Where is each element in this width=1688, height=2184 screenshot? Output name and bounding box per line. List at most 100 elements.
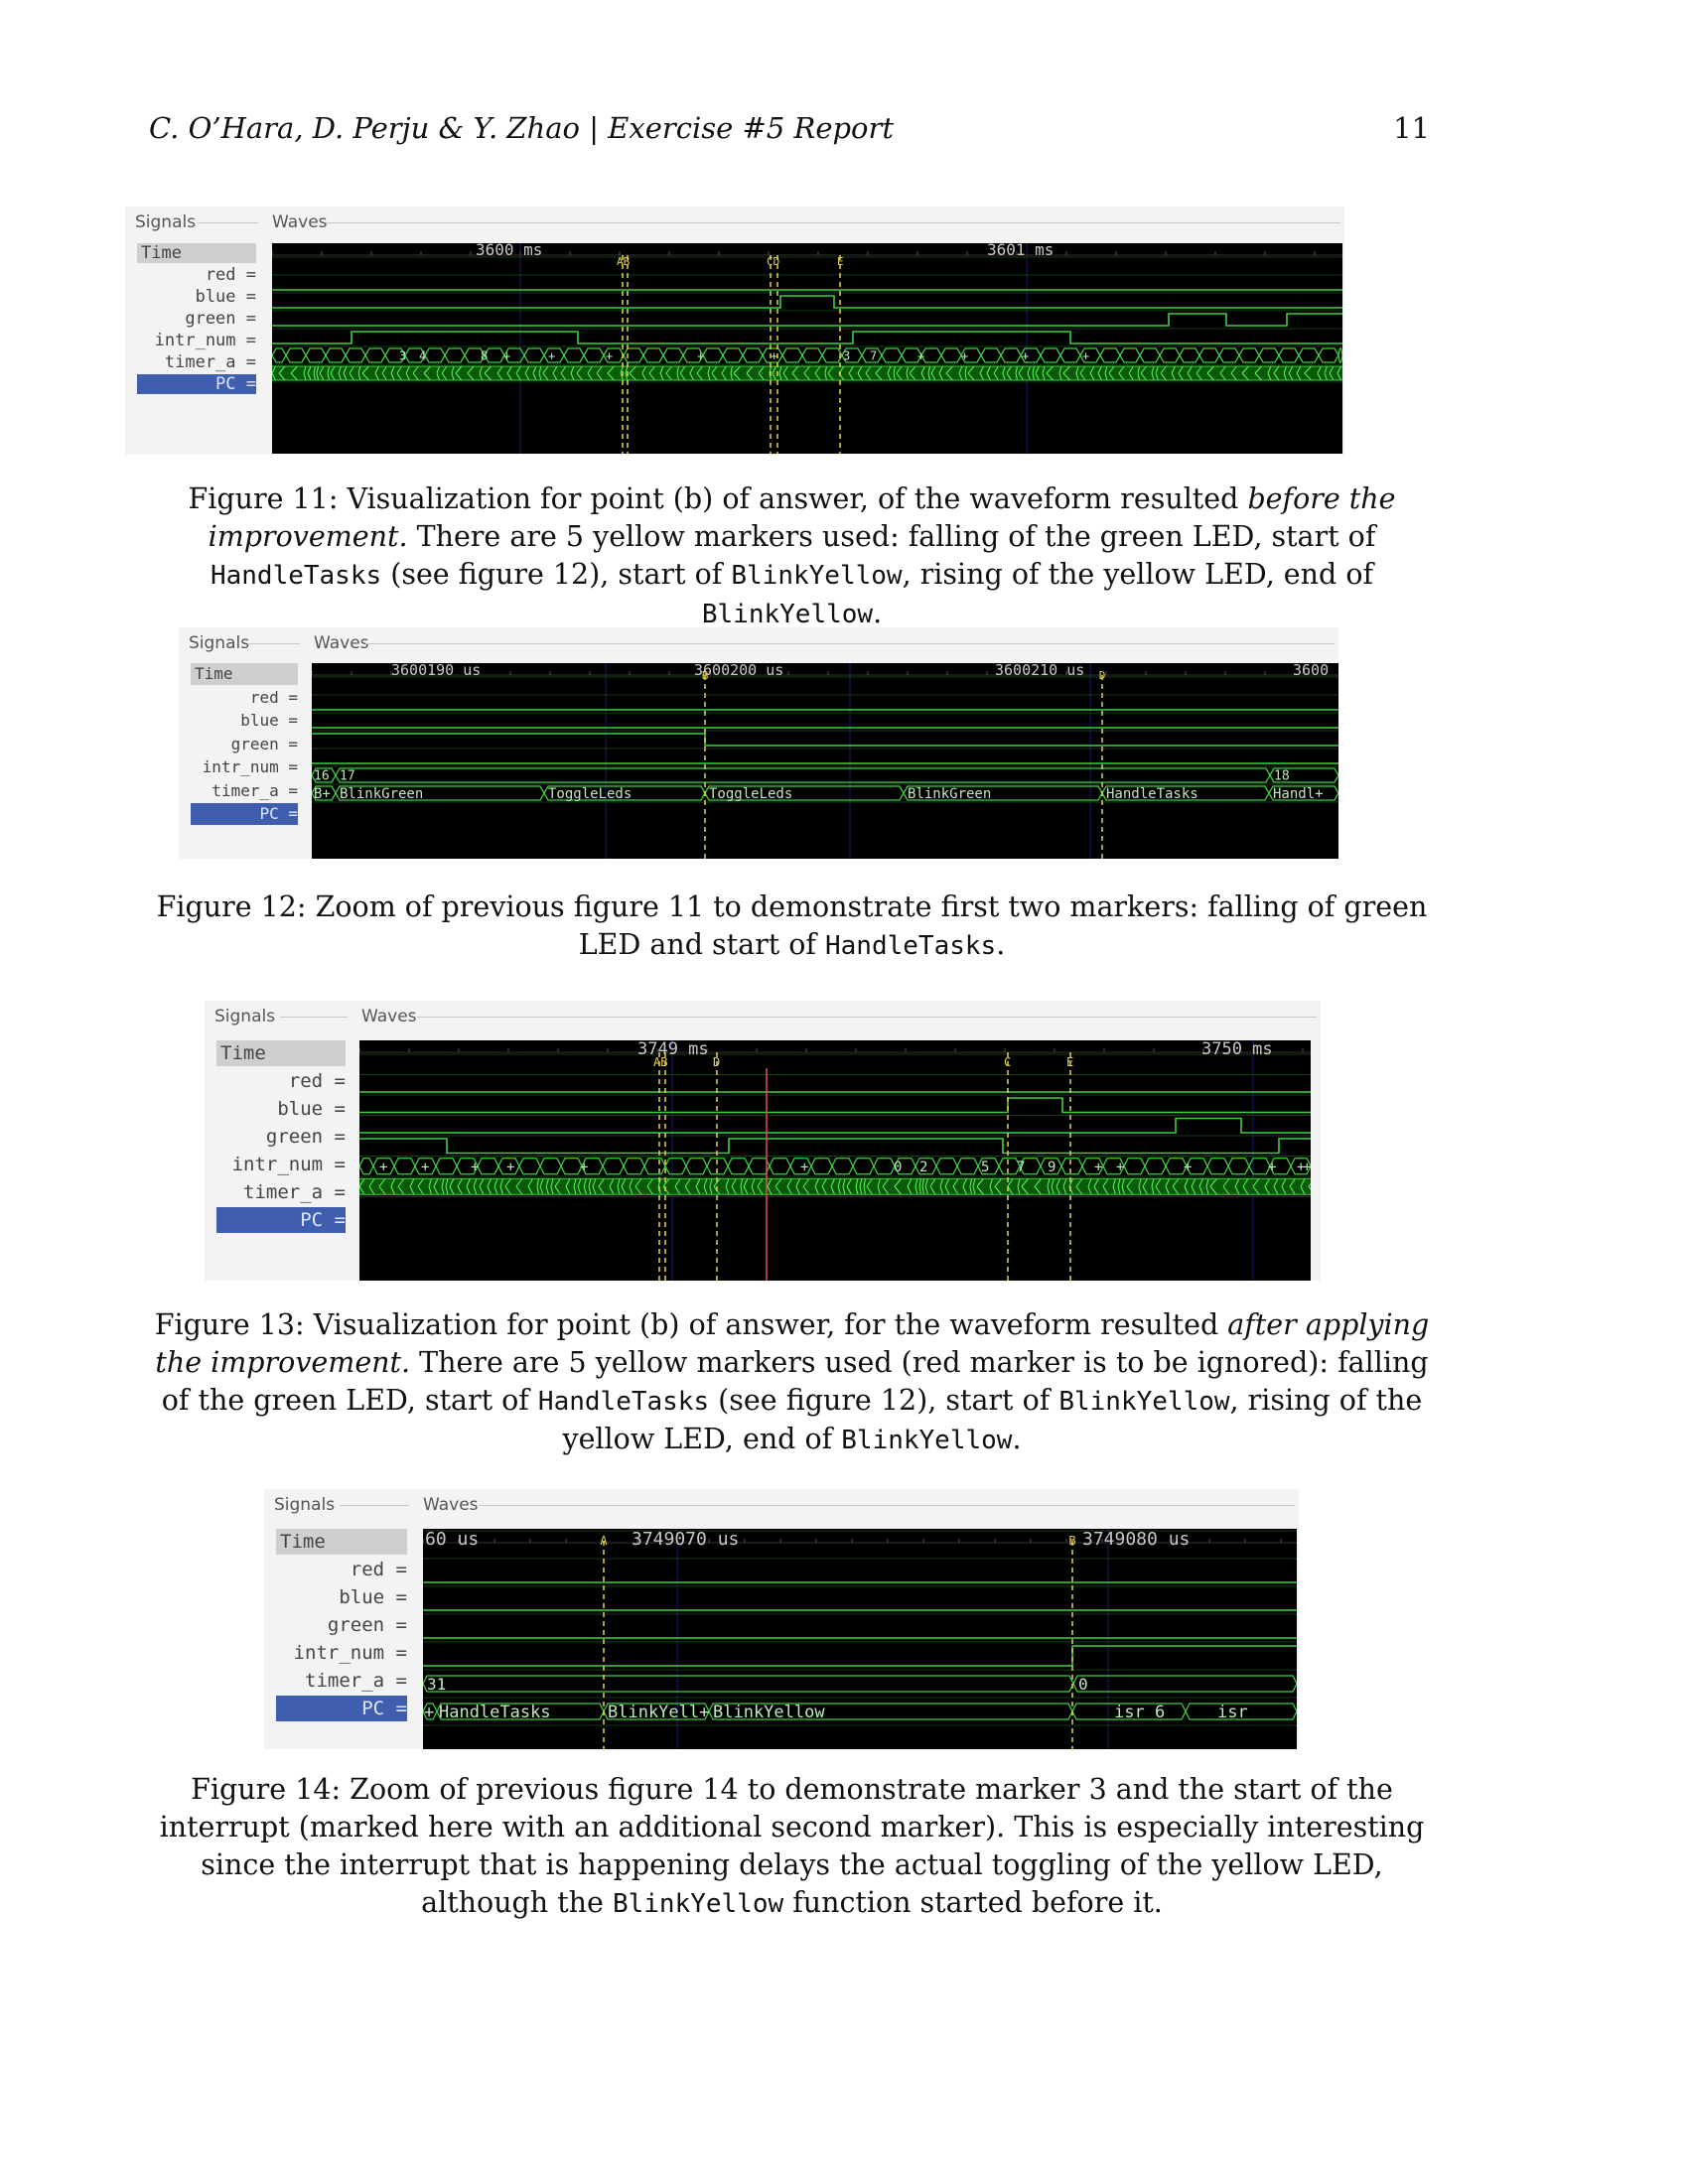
bus-value: + xyxy=(606,348,613,362)
bus-value: + xyxy=(503,348,510,362)
page-number: 11 xyxy=(1393,111,1430,145)
signal-name-blue[interactable]: blue = xyxy=(216,1096,346,1122)
signals-label: Signals xyxy=(274,1495,336,1515)
time-label: 3600 xyxy=(1293,663,1329,679)
waveform-canvas: 3749 ms 3750 ms+ + + + + +0 2 5 7 9 + + + + ++AB D C E xyxy=(359,1040,1311,1281)
caption-text: function started before it. xyxy=(783,1886,1163,1919)
marker-label: E xyxy=(837,255,844,268)
signal-name-red[interactable]: red = xyxy=(191,687,298,709)
bus-value: 17 xyxy=(340,769,355,784)
bus-value: + xyxy=(1184,1160,1192,1175)
caption-text: . xyxy=(1012,1423,1022,1455)
signal-name-red[interactable]: red = xyxy=(216,1068,346,1094)
bus-value: + xyxy=(1116,1160,1124,1175)
signal-name-time[interactable]: Time xyxy=(216,1040,346,1066)
signal-name-green[interactable]: green = xyxy=(276,1612,407,1638)
bus-value: + xyxy=(424,1703,434,1722)
bus-value: + xyxy=(506,1160,514,1175)
figure-11-caption: Figure 11: Visualization for point (b) o… xyxy=(149,480,1435,633)
signal-name-intr-num[interactable]: intr_num = xyxy=(137,331,256,350)
signal-name-pc[interactable]: PC = xyxy=(137,374,256,394)
bus-value: 18 xyxy=(1274,769,1290,784)
bus-value: + xyxy=(471,1160,479,1175)
waves-label: Waves xyxy=(314,633,369,653)
bus-value: 3 xyxy=(843,348,850,362)
bus-value: + xyxy=(771,348,777,362)
bus-value: Handl+ xyxy=(1273,786,1324,802)
bus-value: B+ xyxy=(314,786,331,802)
waveform-canvas: 3600 ms 3601 ms3 4 8 + + + + +3 7 + + + +AB CD E xyxy=(272,243,1342,454)
yellow-marker-label: D xyxy=(1099,669,1106,682)
signal-name-blue[interactable]: blue = xyxy=(191,710,298,732)
signal-name-intr-num[interactable]: intr_num = xyxy=(276,1640,407,1666)
caption-text: (see figure 12), start of xyxy=(709,1384,1059,1417)
bus-value: + xyxy=(961,348,968,362)
marker-label: E xyxy=(1066,1055,1073,1069)
signal-name-timer-a[interactable]: timer_a = xyxy=(216,1179,346,1205)
signal-name-red[interactable]: red = xyxy=(137,265,256,285)
figure-13-caption: Figure 13: Visualization for point (b) o… xyxy=(149,1306,1435,1459)
figure-14-waveform-screenshot: Signals Time red = blue = green = intr_num =… xyxy=(264,1489,1299,1749)
marker-label: C xyxy=(1004,1055,1011,1069)
caption-code: BlinkYellow xyxy=(731,561,903,591)
bus-value: BlinkGreen xyxy=(340,786,423,802)
bus-value: BlinkGreen xyxy=(908,786,991,802)
bus-value: BlinkYell+ xyxy=(608,1703,709,1722)
bus-value: isr 6 xyxy=(1114,1703,1165,1722)
signal-name-timer-a[interactable]: timer_a = xyxy=(137,352,256,372)
signals-label: Signals xyxy=(214,1007,276,1026)
waves-label: Waves xyxy=(272,212,328,232)
caption-text: Figure 11: Visualization for point (b) o… xyxy=(188,482,1248,515)
marker-label: AB xyxy=(617,255,631,268)
marker-label: D xyxy=(713,1055,720,1069)
bus-value: ToggleLeds xyxy=(548,786,632,802)
signal-name-pc[interactable]: PC = xyxy=(191,803,298,825)
signal-name-pc[interactable]: PC = xyxy=(276,1696,407,1721)
signal-name-time[interactable]: Time xyxy=(276,1529,407,1555)
signal-name-time[interactable]: Time xyxy=(191,663,298,685)
caption-text: (see figure 12), start of xyxy=(381,558,732,591)
signals-pane: Signals Time red = blue = green = intr_num =… xyxy=(179,627,304,859)
signal-name-red[interactable]: red = xyxy=(276,1557,407,1582)
signal-name-intr-num[interactable]: intr_num = xyxy=(216,1152,346,1177)
bus-value: + xyxy=(421,1160,429,1175)
waveform-canvas: 3600190 us 3600200 us 3600210 us 360016 17 18… xyxy=(312,663,1338,859)
signal-name-blue[interactable]: blue = xyxy=(276,1584,407,1610)
signal-name-intr-num[interactable]: intr_num = xyxy=(191,756,298,778)
figure-14-caption: Figure 14: Zoom of previous figure 14 to… xyxy=(149,1771,1435,1923)
signal-name-green[interactable]: green = xyxy=(191,734,298,755)
caption-code: BlinkYellow xyxy=(701,600,874,629)
bus-value: 2 xyxy=(919,1160,927,1175)
caption-text: Figure 13: Visualization for point (b) o… xyxy=(154,1308,1228,1341)
signals-label: Signals xyxy=(135,212,197,232)
signal-name-pc[interactable]: PC = xyxy=(216,1207,346,1233)
signal-name-green[interactable]: green = xyxy=(216,1124,346,1150)
figure-12-caption: Figure 12: Zoom of previous figure 11 to… xyxy=(149,888,1435,965)
bus-value: + xyxy=(548,348,555,362)
signals-pane: Signals Time red = blue = green = intr_num =… xyxy=(205,1001,352,1281)
signal-name-timer-a[interactable]: timer_a = xyxy=(276,1668,407,1694)
bus-value: 31 xyxy=(427,1675,446,1694)
signals-pane: Signals Time red = blue = green = intr_num =… xyxy=(125,206,262,455)
figure-12-waveform-screenshot: Signals Time red = blue = green = intr_num =… xyxy=(179,627,1338,859)
signal-name-blue[interactable]: blue = xyxy=(137,287,256,307)
bus-value: + xyxy=(1094,1160,1102,1175)
time-label: 3750 ms xyxy=(1201,1040,1273,1059)
time-label: 3749070 us xyxy=(632,1529,739,1550)
figure-11-waveform-screenshot: Signals Time red = blue = green = intr_num =… xyxy=(125,206,1344,455)
time-label: 3749 ms xyxy=(637,1040,709,1059)
figure-13-waveform-screenshot: Signals Time red = blue = green = intr_num =… xyxy=(205,1001,1321,1281)
waveform-canvas: 60 us 3749070 us 3749080 us 31 0 + HandleTasks… xyxy=(423,1529,1297,1749)
bus-value: 7 xyxy=(1017,1160,1025,1175)
yellow-marker-label: B xyxy=(1068,1534,1075,1548)
caption-code: BlinkYellow xyxy=(1058,1387,1230,1417)
bus-value: 0 xyxy=(894,1160,902,1175)
bus-value: isr xyxy=(1217,1703,1248,1722)
marker-label: CD xyxy=(767,255,779,268)
signal-name-time[interactable]: Time xyxy=(137,243,256,263)
caption-code: BlinkYellow xyxy=(841,1426,1013,1455)
caption-text: , rising of the yellow LED, end of xyxy=(902,558,1374,591)
signal-name-timer-a[interactable]: timer_a = xyxy=(191,780,298,802)
time-label: 3600190 us xyxy=(391,663,481,679)
signal-name-green[interactable]: green = xyxy=(137,309,256,329)
